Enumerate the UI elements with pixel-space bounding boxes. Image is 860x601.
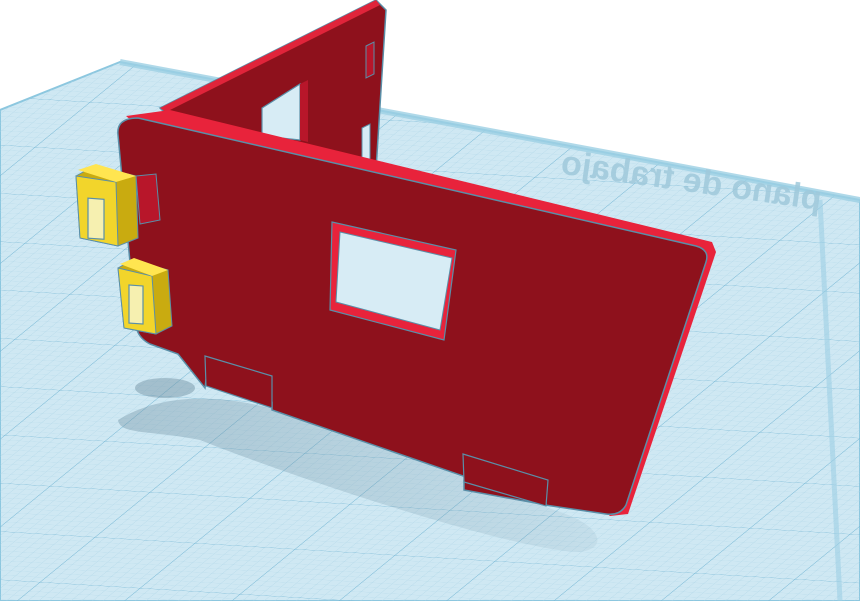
lower-clip[interactable] [117, 258, 173, 335]
lower-clip-slot [128, 284, 144, 325]
3d-viewport[interactable]: plano de trabajo [0, 0, 860, 601]
scene-canvas[interactable]: plano de trabajo [0, 0, 860, 601]
upper-clip[interactable] [75, 164, 139, 247]
upper-clip-slot [87, 197, 105, 240]
